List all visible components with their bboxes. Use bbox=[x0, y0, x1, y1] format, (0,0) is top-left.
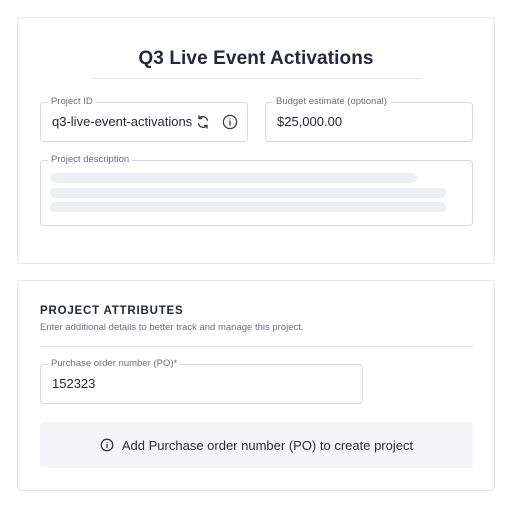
section-divider bbox=[40, 346, 473, 347]
project-description-field[interactable]: Project description bbox=[40, 154, 473, 226]
info-icon bbox=[100, 438, 114, 452]
skeleton-line bbox=[50, 173, 417, 183]
project-id-value[interactable]: q3-live-event-activations bbox=[52, 114, 192, 129]
skeleton-line bbox=[50, 188, 446, 198]
skeleton-line bbox=[50, 202, 446, 212]
project-id-label: Project ID bbox=[48, 96, 96, 108]
po-number-label: Purchase order number (PO)* bbox=[48, 358, 181, 370]
title-divider bbox=[91, 78, 422, 79]
project-title: Q3 Live Event Activations bbox=[138, 48, 374, 69]
budget-value[interactable]: $25,000.00 bbox=[277, 114, 342, 129]
po-number-field[interactable]: Purchase order number (PO)* 152323 bbox=[40, 358, 363, 404]
refresh-icon[interactable] bbox=[194, 113, 212, 131]
info-icon[interactable] bbox=[221, 113, 239, 131]
section-subtitle: Enter additional details to better track… bbox=[40, 322, 304, 333]
po-required-notice: Add Purchase order number (PO) to create… bbox=[40, 422, 473, 468]
notice-text: Add Purchase order number (PO) to create… bbox=[121, 437, 414, 453]
budget-field[interactable]: Budget estimate (optional) $25,000.00 bbox=[265, 96, 473, 142]
budget-label: Budget estimate (optional) bbox=[273, 96, 390, 108]
project-card: Q3 Live Event Activations Project ID q3-… bbox=[17, 17, 495, 264]
po-number-value[interactable]: 152323 bbox=[52, 376, 95, 391]
project-description-label: Project description bbox=[48, 154, 133, 166]
project-attributes-card: PROJECT ATTRIBUTES Enter additional deta… bbox=[17, 280, 495, 491]
section-title: PROJECT ATTRIBUTES bbox=[40, 305, 184, 317]
project-id-field[interactable]: Project ID q3-live-event-activations bbox=[40, 96, 248, 142]
